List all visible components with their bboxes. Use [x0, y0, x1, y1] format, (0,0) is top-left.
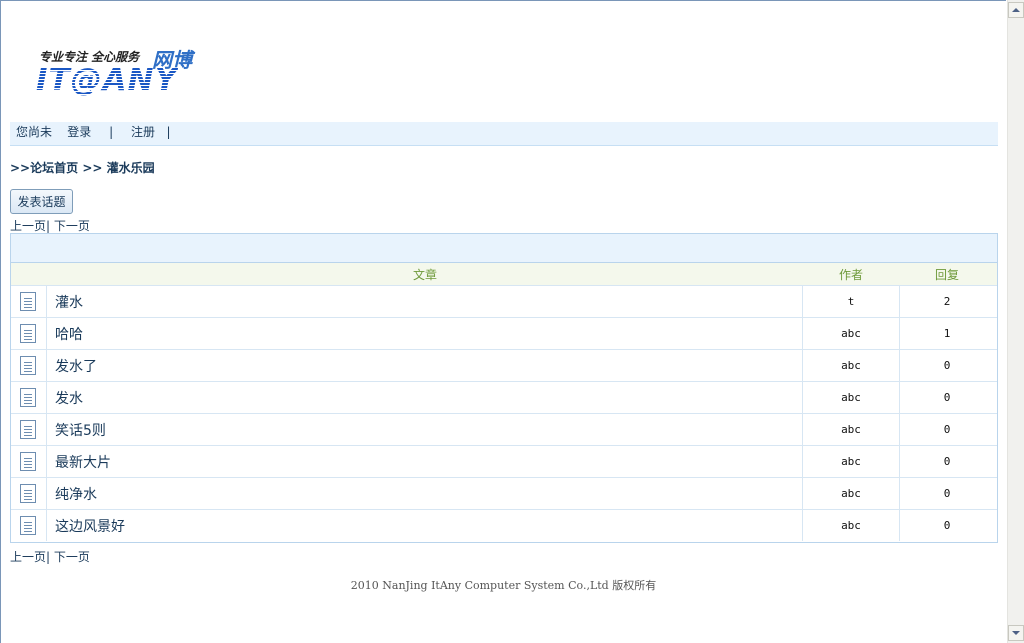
separator: |: [109, 125, 114, 139]
table-row: 灌水 t 2: [11, 285, 997, 317]
document-icon: [20, 292, 36, 311]
arrow-up-icon: [1012, 8, 1020, 12]
topic-reply-count: 2: [943, 295, 951, 308]
topic-author: abc: [802, 478, 900, 509]
site-logo: 专业专注 全心服务 网博 IT@ANY: [36, 44, 206, 100]
scroll-up-button[interactable]: [1008, 2, 1024, 18]
table-row: 纯净水 abc 0: [11, 477, 997, 509]
column-header-author: 作者: [839, 268, 864, 282]
topic-title-link[interactable]: 发水: [55, 388, 83, 408]
topic-title-link[interactable]: 最新大片: [55, 452, 111, 472]
topic-reply-count: 0: [943, 391, 951, 404]
separator: |: [158, 125, 171, 139]
footer-copyright: 2010 NanJing ItAny Computer System Co.,L…: [350, 579, 657, 592]
topic-table: 文章 作者 回复 灌水 t 2 哈哈 abc 1 发水了 abc 0 发水 ab…: [10, 233, 998, 543]
table-row: 最新大片 abc 0: [11, 445, 997, 477]
breadcrumb-current-link[interactable]: >> 灌水乐园: [82, 161, 154, 175]
table-row: 发水了 abc 0: [11, 349, 997, 381]
topic-author: t: [802, 286, 900, 317]
topic-title-link[interactable]: 笑话5则: [55, 420, 106, 440]
table-row: 这边风景好 abc 0: [11, 509, 997, 541]
user-status-bar: 您尚未 登录 | 注册 |: [10, 122, 998, 146]
arrow-down-icon: [1012, 631, 1020, 635]
login-link[interactable]: 登录: [67, 125, 91, 139]
table-row: 笑话5则 abc 0: [11, 413, 997, 445]
pager-bottom: 上一页| 下一页: [10, 548, 90, 565]
table-column-headers: 文章 作者 回复: [11, 263, 997, 285]
topic-title-link[interactable]: 纯净水: [55, 484, 97, 504]
separator: |: [46, 219, 54, 233]
logo-brand: IT@ANY: [36, 62, 179, 98]
next-page-link[interactable]: 下一页: [54, 219, 90, 233]
next-page-link[interactable]: 下一页: [54, 550, 90, 564]
topic-reply-count: 0: [943, 487, 951, 500]
table-row: 哈哈 abc 1: [11, 317, 997, 349]
scroll-down-button[interactable]: [1008, 625, 1024, 641]
separator: |: [46, 550, 54, 564]
document-icon: [20, 452, 36, 471]
document-icon: [20, 356, 36, 375]
prev-page-link[interactable]: 上一页: [10, 219, 46, 233]
topic-reply-count: 0: [943, 455, 951, 468]
topic-reply-count: 0: [943, 359, 951, 372]
breadcrumb-home-link[interactable]: >>论坛首页: [10, 161, 78, 175]
topic-reply-count: 0: [943, 423, 951, 436]
topic-author: abc: [802, 414, 900, 445]
prev-page-link[interactable]: 上一页: [10, 550, 46, 564]
vertical-scrollbar[interactable]: [1007, 0, 1024, 643]
pager-top: 上一页| 下一页: [10, 217, 90, 234]
table-header-band: [11, 234, 997, 263]
topic-reply-count: 0: [943, 519, 951, 532]
column-header-article: 文章: [413, 268, 438, 282]
topic-reply-count: 1: [943, 327, 951, 340]
new-topic-button[interactable]: 发表话题: [10, 189, 73, 214]
register-link[interactable]: 注册: [131, 125, 155, 139]
window-left-border: [0, 0, 1, 643]
topic-author: abc: [802, 382, 900, 413]
topic-author: abc: [802, 510, 900, 541]
document-icon: [20, 388, 36, 407]
login-status-text: 您尚未: [16, 125, 53, 139]
document-icon: [20, 324, 36, 343]
topic-title-link[interactable]: 哈哈: [55, 324, 83, 344]
topic-author: abc: [802, 446, 900, 477]
document-icon: [20, 420, 36, 439]
topic-rows: 灌水 t 2 哈哈 abc 1 发水了 abc 0 发水 abc 0 笑话5则 …: [11, 285, 997, 541]
topic-author: abc: [802, 350, 900, 381]
table-row: 发水 abc 0: [11, 381, 997, 413]
topic-title-link[interactable]: 这边风景好: [55, 516, 125, 536]
topic-title-link[interactable]: 发水了: [55, 356, 97, 376]
window-top-border: [0, 0, 1006, 1]
topic-author: abc: [802, 318, 900, 349]
document-icon: [20, 484, 36, 503]
column-header-replies: 回复: [935, 268, 960, 282]
breadcrumb: >>论坛首页 >> 灌水乐园: [10, 159, 155, 176]
document-icon: [20, 516, 36, 535]
topic-title-link[interactable]: 灌水: [55, 292, 83, 312]
